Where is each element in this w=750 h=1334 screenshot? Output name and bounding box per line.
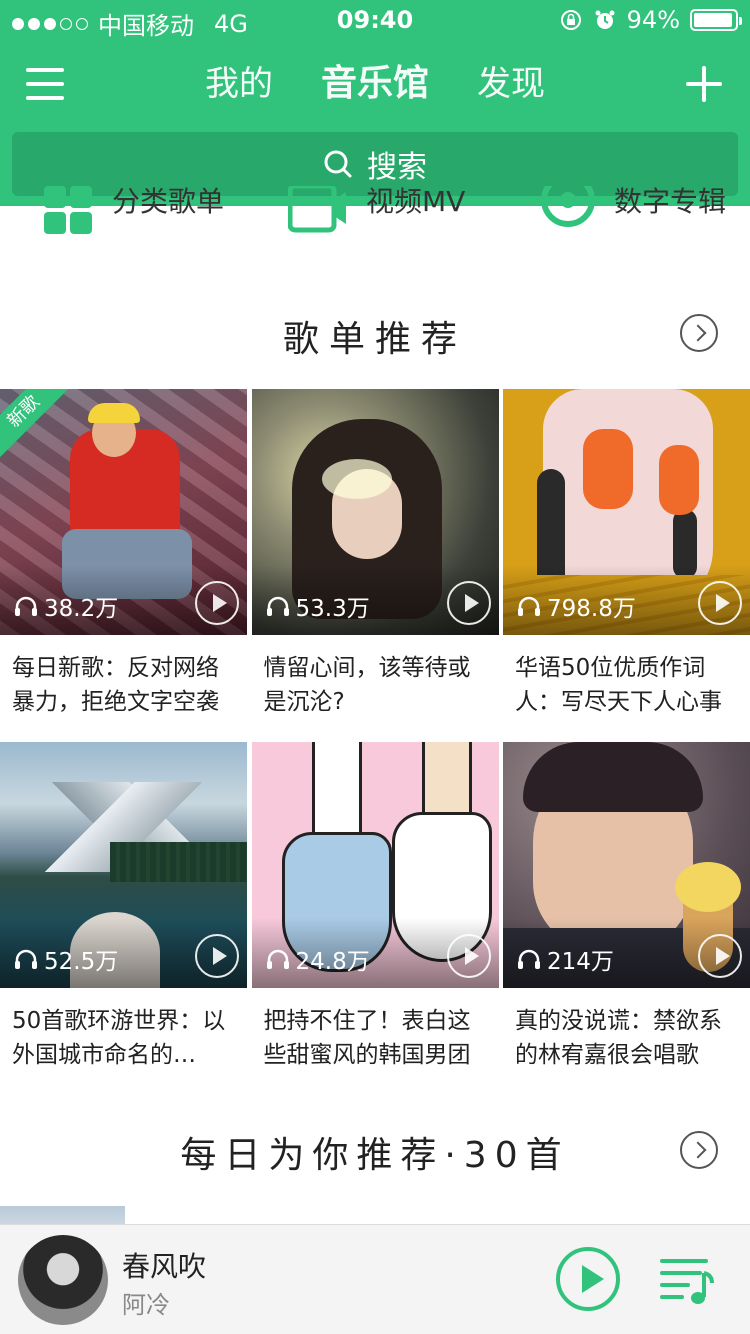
category-label: 分类歌单	[112, 186, 225, 218]
search-icon	[324, 150, 352, 178]
mini-player[interactable]: 春风吹 阿冷	[0, 1224, 750, 1334]
battery-percent: 94%	[626, 6, 680, 34]
category-video-mv[interactable]: 视频MV	[288, 186, 465, 236]
play-icon[interactable]	[195, 581, 239, 625]
playlist-card[interactable]: 新歌 38.2万 每日新歌：反对网络暴力，拒绝文字空袭	[0, 389, 247, 739]
category-label: 视频MV	[366, 186, 466, 218]
tab-mine[interactable]: 我的	[205, 60, 273, 108]
play-count-value: 52.5万	[44, 949, 119, 975]
category-digital-album[interactable]: 数字专辑	[540, 186, 726, 236]
headphones-icon	[518, 949, 540, 969]
player-play-icon[interactable]	[556, 1247, 620, 1311]
battery-icon	[690, 9, 742, 31]
play-icon[interactable]	[446, 934, 491, 978]
playlist-cover: 53.3万	[251, 389, 499, 635]
headphones-icon	[15, 596, 37, 616]
playlist-card[interactable]: 53.3万 情留心间，该等待或是沉沦?	[251, 389, 499, 739]
playlist-title: 华语50位优质作词人：写尽天下人心事	[515, 655, 722, 715]
play-count: 24.8万	[266, 942, 370, 976]
play-count: 53.3万	[266, 589, 370, 623]
top-tabs: 我的 音乐馆 发现	[0, 60, 750, 108]
play-icon[interactable]	[195, 934, 239, 978]
playlist-card[interactable]: 52.5万 50首歌环游世界：以外国城市命名的…	[0, 742, 247, 1092]
category-label: 数字专辑	[614, 186, 727, 218]
playlist-row: 52.5万 50首歌环游世界：以外国城市命名的… 24.8万 把持不住了！表白这…	[0, 742, 750, 1092]
search-placeholder: 搜索	[367, 150, 427, 185]
add-icon[interactable]	[684, 64, 724, 104]
tab-discover[interactable]: 发现	[477, 60, 545, 108]
playlist-title: 50首歌环游世界：以外国城市命名的…	[12, 1008, 226, 1068]
play-count: 38.2万	[14, 589, 118, 623]
section-title-daily: 每日为你推荐·30首	[180, 1135, 570, 1176]
now-playing-artist: 阿冷	[122, 1291, 170, 1319]
playlist-card[interactable]: 214万 真的没说谎：禁欲系的林宥嘉很会唱歌	[503, 742, 750, 1092]
status-right: 94%	[559, 6, 742, 34]
headphones-icon	[266, 596, 289, 616]
play-count: 798.8万	[517, 589, 636, 623]
playlist-cover: 52.5万	[0, 742, 247, 988]
play-count-value: 798.8万	[547, 596, 636, 622]
alarm-icon	[595, 10, 615, 29]
headphones-icon	[266, 949, 289, 969]
daily-more-icon[interactable]	[680, 1131, 718, 1169]
battery-fill	[694, 13, 732, 27]
section-title-playlists: 歌单推荐	[282, 319, 467, 360]
category-row: 分类歌单 视频MV 数字专辑	[0, 186, 750, 236]
video-icon	[288, 186, 346, 233]
play-count-value: 38.2万	[44, 596, 119, 622]
play-icon[interactable]	[698, 581, 742, 625]
play-count: 214万	[517, 942, 614, 976]
playlists-more-icon[interactable]	[680, 314, 718, 352]
playlist-queue-icon[interactable]	[660, 1253, 716, 1309]
playlist-title: 情留心间，该等待或是沉沦?	[263, 655, 471, 715]
grid-icon	[44, 186, 92, 234]
now-playing-song: 春风吹	[122, 1250, 207, 1283]
playlist-cover: 24.8万	[251, 742, 499, 988]
playlist-card[interactable]: 798.8万 华语50位优质作词人：写尽天下人心事	[503, 389, 750, 739]
play-count: 52.5万	[14, 942, 118, 976]
playlist-card[interactable]: 24.8万 把持不住了！表白这些甜蜜风的韩国男团	[251, 742, 499, 1092]
play-icon[interactable]	[698, 934, 742, 978]
top-header: 我的 音乐馆 发现 搜索	[0, 40, 750, 206]
disc-icon	[541, 186, 595, 227]
headphones-icon	[518, 596, 540, 616]
play-icon[interactable]	[446, 581, 491, 625]
play-count-value: 214万	[547, 949, 614, 975]
category-playlist-sort[interactable]: 分类歌单	[44, 186, 224, 236]
playlist-title: 每日新歌：反对网络暴力，拒绝文字空袭	[12, 655, 219, 715]
playlist-title: 把持不住了！表白这些甜蜜风的韩国男团	[263, 1008, 471, 1068]
play-count-value: 24.8万	[295, 949, 370, 975]
status-bar: 中国移动 4G 09:40 94%	[0, 0, 750, 40]
headphones-icon	[15, 949, 37, 969]
playlist-title: 真的没说谎：禁欲系的林宥嘉很会唱歌	[515, 1008, 722, 1068]
playlist-cover: 798.8万	[503, 389, 750, 635]
now-playing-avatar[interactable]	[18, 1235, 108, 1325]
rotation-lock-icon	[560, 10, 581, 30]
play-count-value: 53.3万	[295, 596, 370, 622]
playlist-cover: 214万	[503, 742, 750, 988]
tab-music-hall[interactable]: 音乐馆	[321, 60, 429, 108]
playlist-row: 新歌 38.2万 每日新歌：反对网络暴力，拒绝文字空袭 53.3万 情留心间，该…	[0, 389, 750, 739]
playlist-cover: 新歌 38.2万	[0, 389, 247, 635]
